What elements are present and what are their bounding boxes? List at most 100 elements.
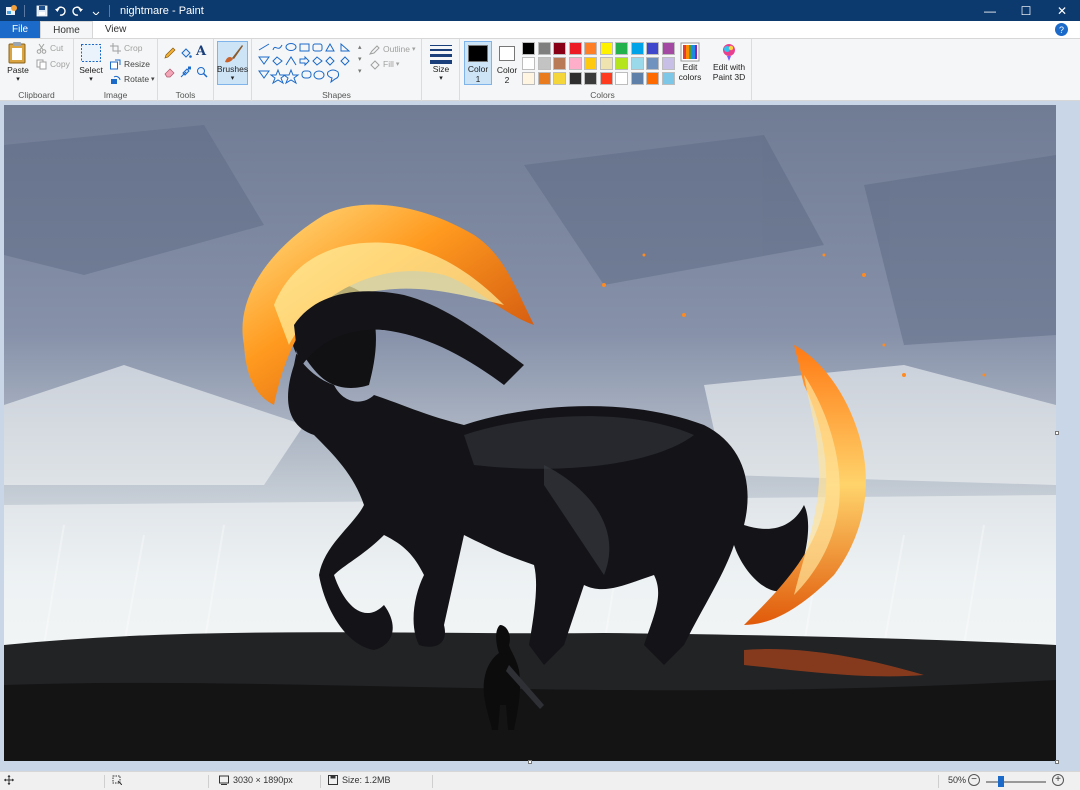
brushes-button[interactable]: Brushes ▾ xyxy=(217,41,248,85)
close-button[interactable]: ✕ xyxy=(1044,0,1080,21)
shapes-scroll-down-icon[interactable]: ▾ xyxy=(358,55,362,63)
rainbow-palette-icon xyxy=(680,42,700,62)
zoom-slider-track[interactable] xyxy=(986,781,1046,783)
resize-button[interactable]: Resize xyxy=(109,58,150,70)
rotate-button[interactable]: Rotate ▾ xyxy=(109,73,155,85)
text-tool-icon[interactable]: A xyxy=(196,44,206,59)
outline-button[interactable]: Outline ▾ xyxy=(368,43,415,55)
palette-color-swatch[interactable] xyxy=(599,57,613,70)
palette-color-swatch[interactable] xyxy=(630,72,644,85)
palette-color-swatch[interactable] xyxy=(646,72,659,85)
undo-icon[interactable] xyxy=(53,4,67,18)
cut-label: Cut xyxy=(50,43,64,53)
select-button[interactable]: Select ▾ xyxy=(78,43,104,83)
resize-handle-bottom[interactable] xyxy=(528,760,532,764)
brushes-group: Brushes ▾ xyxy=(214,39,252,101)
palette-color-swatch[interactable] xyxy=(522,72,535,85)
title-separator xyxy=(24,4,25,17)
resize-handle-corner[interactable] xyxy=(1055,760,1059,764)
save-icon[interactable] xyxy=(35,4,49,18)
palette-color-swatch[interactable] xyxy=(568,72,582,85)
color1-number: 1 xyxy=(475,74,481,84)
scissors-icon xyxy=(35,42,47,54)
palette-color-swatch[interactable] xyxy=(615,57,628,70)
color2-button[interactable]: Color 2 xyxy=(494,41,520,85)
zoom-in-button[interactable]: + xyxy=(1052,774,1064,786)
edit-colors-button[interactable]: Edit colors xyxy=(676,42,704,82)
status-separator-4 xyxy=(432,775,433,788)
magnifier-icon[interactable] xyxy=(196,66,208,81)
palette-color-swatch[interactable] xyxy=(537,42,551,55)
help-icon[interactable]: ? xyxy=(1055,23,1068,36)
paste-button[interactable]: Paste ▾ xyxy=(4,41,32,83)
palette-color-swatch[interactable] xyxy=(599,42,613,55)
redo-icon[interactable] xyxy=(71,4,85,18)
fill-button[interactable]: Fill ▾ xyxy=(368,58,399,70)
fill-label: Fill xyxy=(383,59,394,69)
resize-handle-right[interactable] xyxy=(1055,431,1059,435)
paint-app-icon[interactable] xyxy=(4,4,18,18)
color1-label: Color xyxy=(467,64,489,74)
status-separator-5 xyxy=(938,775,939,788)
palette-color-swatch[interactable] xyxy=(553,42,566,55)
drawing-canvas[interactable] xyxy=(4,105,1056,761)
fill-icon xyxy=(368,58,380,70)
tab-view[interactable]: View xyxy=(93,21,139,38)
palette-color-swatch[interactable] xyxy=(584,57,597,70)
cut-button[interactable]: Cut xyxy=(35,42,63,54)
edit-with-paint3d-button[interactable]: Edit with Paint 3D xyxy=(710,42,748,82)
palette-color-swatch[interactable] xyxy=(584,72,597,85)
palette-color-swatch[interactable] xyxy=(615,42,628,55)
palette-color-swatch[interactable] xyxy=(522,42,535,55)
shapes-expand-icon[interactable]: ▾ xyxy=(358,67,362,75)
palette-color-swatch[interactable] xyxy=(568,57,582,70)
palette-color-swatch[interactable] xyxy=(630,57,644,70)
rotate-icon xyxy=(109,73,121,85)
palette-color-swatch[interactable] xyxy=(553,72,566,85)
resize-label: Resize xyxy=(124,59,150,69)
palette-color-swatch[interactable] xyxy=(522,57,535,70)
palette-color-swatch[interactable] xyxy=(537,72,551,85)
tab-home[interactable]: Home xyxy=(40,21,93,38)
crop-button[interactable]: Crop xyxy=(109,42,142,54)
palette-color-swatch[interactable] xyxy=(553,57,566,70)
palette-color-swatch[interactable] xyxy=(661,57,675,70)
palette-color-swatch[interactable] xyxy=(661,42,675,55)
tab-file[interactable]: File xyxy=(0,21,41,38)
outline-icon xyxy=(368,43,380,55)
color1-button[interactable]: Color 1 xyxy=(464,41,492,85)
select-rectangle-icon xyxy=(81,44,101,62)
palette-color-swatch[interactable] xyxy=(646,42,659,55)
tools-group: A Tools xyxy=(158,39,214,101)
fill-bucket-icon[interactable] xyxy=(180,47,192,62)
pencil-icon[interactable] xyxy=(164,47,176,62)
nightmare-painting xyxy=(4,105,1056,761)
window-controls: — ☐ ✕ xyxy=(972,0,1080,21)
resize-icon xyxy=(109,58,121,70)
zoom-slider-thumb[interactable] xyxy=(998,776,1004,787)
shapes-gallery[interactable] xyxy=(258,43,358,85)
palette-color-swatch[interactable] xyxy=(615,72,628,85)
palette-color-swatch[interactable] xyxy=(646,57,659,70)
customize-quick-access-icon[interactable] xyxy=(89,4,103,18)
size-button[interactable]: Size ▾ xyxy=(425,42,457,82)
minimize-button[interactable]: — xyxy=(972,0,1008,21)
palette-color-swatch[interactable] xyxy=(537,57,551,70)
eraser-icon[interactable] xyxy=(164,66,176,81)
clipboard-group: Paste ▾ Cut Copy Clipboard xyxy=(0,39,74,101)
brush-icon xyxy=(224,45,243,63)
palette-color-swatch[interactable] xyxy=(630,42,644,55)
title-bar: nightmare - Paint — ☐ ✕ xyxy=(0,0,1080,21)
maximize-button[interactable]: ☐ xyxy=(1008,0,1044,21)
palette-color-swatch[interactable] xyxy=(599,72,613,85)
color-picker-icon[interactable] xyxy=(180,66,192,81)
copy-button[interactable]: Copy xyxy=(35,58,70,70)
palette-color-swatch[interactable] xyxy=(584,42,597,55)
zoom-out-button[interactable]: − xyxy=(968,774,980,786)
crop-icon xyxy=(109,42,121,54)
image-dimensions: 3030 × 1890px xyxy=(219,775,293,785)
palette-color-swatch[interactable] xyxy=(661,72,675,85)
shapes-scroll-up-icon[interactable]: ▴ xyxy=(358,43,362,51)
color-palette xyxy=(522,42,678,88)
palette-color-swatch[interactable] xyxy=(568,42,582,55)
